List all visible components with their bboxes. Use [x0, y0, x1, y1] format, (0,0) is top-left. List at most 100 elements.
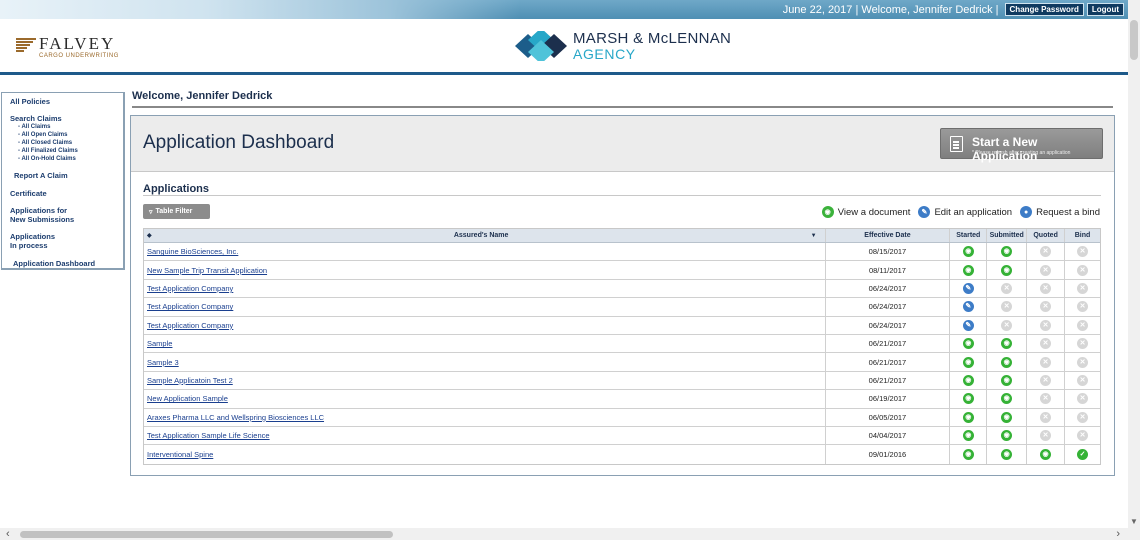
table-row: Sample Applicatoin Test 2 06/21/2017 ◉ ◉ ✕ ✕	[144, 371, 1100, 391]
sidebar-item-apps-in-process[interactable]: Applications In process	[10, 232, 115, 250]
cell-bind: ✕	[1065, 243, 1100, 260]
sidebar-subitem-all-claims[interactable]: - All Claims	[18, 123, 115, 131]
application-link[interactable]: Test Application Company	[147, 321, 233, 330]
greeting-text: June 22, 2017 | Welcome, Jennifer Dedric…	[782, 3, 999, 16]
sidebar: All Policies Search Claims - All Claims …	[1, 92, 125, 270]
column-header-date[interactable]: Effective Date	[826, 229, 951, 242]
application-link[interactable]: Sample 3	[147, 358, 179, 367]
sidebar-item-application-dashboard[interactable]: Application Dashboard	[13, 259, 115, 268]
table-row: Test Application Sample Life Science 04/0…	[144, 426, 1100, 446]
eye-icon[interactable]: ◉	[1001, 356, 1013, 368]
application-link[interactable]: Test Application Company	[147, 284, 233, 293]
pencil-icon[interactable]: ✎	[962, 282, 974, 294]
eye-icon[interactable]: ◉	[1001, 430, 1013, 442]
cell-effective-date: 04/04/2017	[826, 426, 951, 445]
application-link[interactable]: Test Application Company	[147, 302, 233, 311]
eye-icon[interactable]: ◉	[1040, 448, 1052, 460]
falvey-sub: CARGO UNDERWRITING	[39, 53, 119, 59]
sidebar-subitem-finalized-claims[interactable]: - All Finalized Claims	[18, 147, 115, 155]
eye-icon[interactable]: ◉	[962, 264, 974, 276]
falvey-logo[interactable]: FALVEY CARGO UNDERWRITING	[16, 35, 119, 59]
application-link[interactable]: New Sample Trip Transit Application	[147, 266, 267, 275]
cell-started: ◉	[950, 408, 988, 426]
table-filter-button[interactable]: ▿ Table Filter	[143, 204, 210, 219]
cell-quoted: ✕	[1027, 426, 1066, 445]
table-row: New Application Sample 06/19/2017 ◉ ◉ ✕ ✕	[144, 390, 1100, 409]
sidebar-item-all-policies[interactable]: All Policies	[10, 97, 115, 106]
cell-submitted: ◉	[987, 408, 1028, 426]
pencil-icon[interactable]: ✎	[962, 319, 974, 331]
eye-icon[interactable]: ◉	[962, 338, 974, 350]
eye-icon[interactable]: ◉	[1001, 411, 1013, 423]
cell-started: ◉	[950, 390, 988, 408]
top-bar: June 22, 2017 | Welcome, Jennifer Dedric…	[0, 0, 1128, 19]
application-link[interactable]: Sample Applicatoin Test 2	[147, 376, 233, 385]
legend-bind-label: Request a bind	[1036, 206, 1100, 218]
cell-effective-date: 06/24/2017	[826, 279, 951, 298]
sidebar-item-apps-new[interactable]: Applications for New Submissions	[10, 206, 115, 224]
mm-sub: AGENCY	[573, 46, 636, 62]
eye-icon[interactable]: ◉	[962, 448, 974, 460]
scroll-right-arrow-icon[interactable]: ›	[1116, 528, 1120, 540]
sidebar-item-report-claim[interactable]: Report A Claim	[14, 171, 115, 180]
x-circle-icon: ✕	[1040, 301, 1052, 313]
application-link[interactable]: Interventional Spine	[147, 450, 213, 459]
application-link[interactable]: Araxes Pharma LLC and Wellspring Bioscie…	[147, 413, 324, 422]
horizontal-scroll-thumb[interactable]	[20, 531, 393, 538]
cell-started: ✎	[950, 298, 988, 316]
eye-icon[interactable]: ◉	[1001, 246, 1013, 258]
change-password-button[interactable]: Change Password	[1004, 3, 1084, 16]
table-header-row: ◆ Assured's Name ▼ Effective Date Starte…	[144, 229, 1100, 243]
x-circle-icon: ✕	[1077, 301, 1089, 313]
eye-icon[interactable]: ◉	[962, 430, 974, 442]
cell-quoted: ✕	[1027, 261, 1066, 279]
sidebar-item-certificate[interactable]: Certificate	[10, 189, 115, 198]
eye-icon[interactable]: ◉	[1001, 448, 1013, 460]
eye-icon[interactable]: ◉	[962, 411, 974, 423]
vertical-scroll-thumb[interactable]	[1130, 20, 1138, 60]
cell-effective-date: 06/05/2017	[826, 408, 951, 426]
cell-started: ◉	[950, 445, 988, 464]
scroll-left-arrow-icon[interactable]: ‹	[6, 528, 10, 540]
application-link[interactable]: Sanguine BioSciences, Inc.	[147, 247, 238, 256]
start-new-application-button[interactable]: Start a New Application * Please refresh…	[940, 128, 1103, 163]
eye-icon[interactable]: ◉	[1001, 264, 1013, 276]
table-row: Araxes Pharma LLC and Wellspring Bioscie…	[144, 408, 1100, 427]
horizontal-scrollbar[interactable]: ‹ ›	[0, 528, 1140, 540]
cell-bind: ✕	[1065, 317, 1100, 334]
eye-icon[interactable]: ◉	[1001, 338, 1013, 350]
eye-icon[interactable]: ◉	[962, 356, 974, 368]
table-body: Sanguine BioSciences, Inc. 08/15/2017 ◉ ◉ ✕ ✕…	[144, 243, 1100, 464]
column-header-submitted: Submitted	[987, 229, 1028, 242]
eye-icon: ◉	[821, 206, 834, 218]
eye-icon[interactable]: ◉	[962, 246, 974, 258]
cell-bind: ✕	[1065, 298, 1100, 315]
check-icon[interactable]: ✓	[1077, 448, 1089, 460]
application-link[interactable]: Sample	[147, 339, 172, 348]
cell-effective-date: 06/21/2017	[826, 353, 951, 371]
scroll-down-arrow-icon[interactable]: ▼	[1130, 517, 1138, 526]
application-link[interactable]: New Application Sample	[147, 394, 228, 403]
eye-icon[interactable]: ◉	[1001, 374, 1013, 386]
sidebar-subitem-on-hold-claims[interactable]: - All On-Hold Claims	[18, 155, 115, 163]
marsh-mclennan-logo[interactable]: MARSH & McLENNAN AGENCY	[515, 31, 731, 61]
mm-name: MARSH & McLENNAN	[573, 30, 732, 47]
sidebar-item-apps-process-line1: Applications	[10, 232, 56, 241]
eye-icon[interactable]: ◉	[1001, 393, 1013, 405]
eye-icon[interactable]: ◉	[962, 374, 974, 386]
logout-button[interactable]: Logout	[1086, 3, 1124, 16]
x-circle-icon: ✕	[1001, 282, 1013, 294]
pencil-icon[interactable]: ✎	[962, 301, 974, 313]
column-header-name[interactable]: ◆ Assured's Name ▼	[144, 229, 826, 242]
cell-started: ◉	[950, 353, 988, 371]
sidebar-item-search-claims[interactable]: Search Claims	[10, 114, 115, 123]
application-link[interactable]: Test Application Sample Life Science	[147, 431, 270, 440]
sidebar-subitem-closed-claims[interactable]: - All Closed Claims	[18, 139, 115, 147]
sidebar-subitem-open-claims[interactable]: - All Open Claims	[18, 131, 115, 139]
eye-icon[interactable]: ◉	[962, 393, 974, 405]
x-circle-icon: ✕	[1040, 319, 1052, 331]
cell-bind: ✕	[1065, 409, 1100, 426]
cell-quoted: ◉	[1027, 445, 1066, 464]
cell-assured-name: Test Application Company	[144, 279, 826, 298]
vertical-scrollbar[interactable]: ▼	[1128, 0, 1140, 528]
